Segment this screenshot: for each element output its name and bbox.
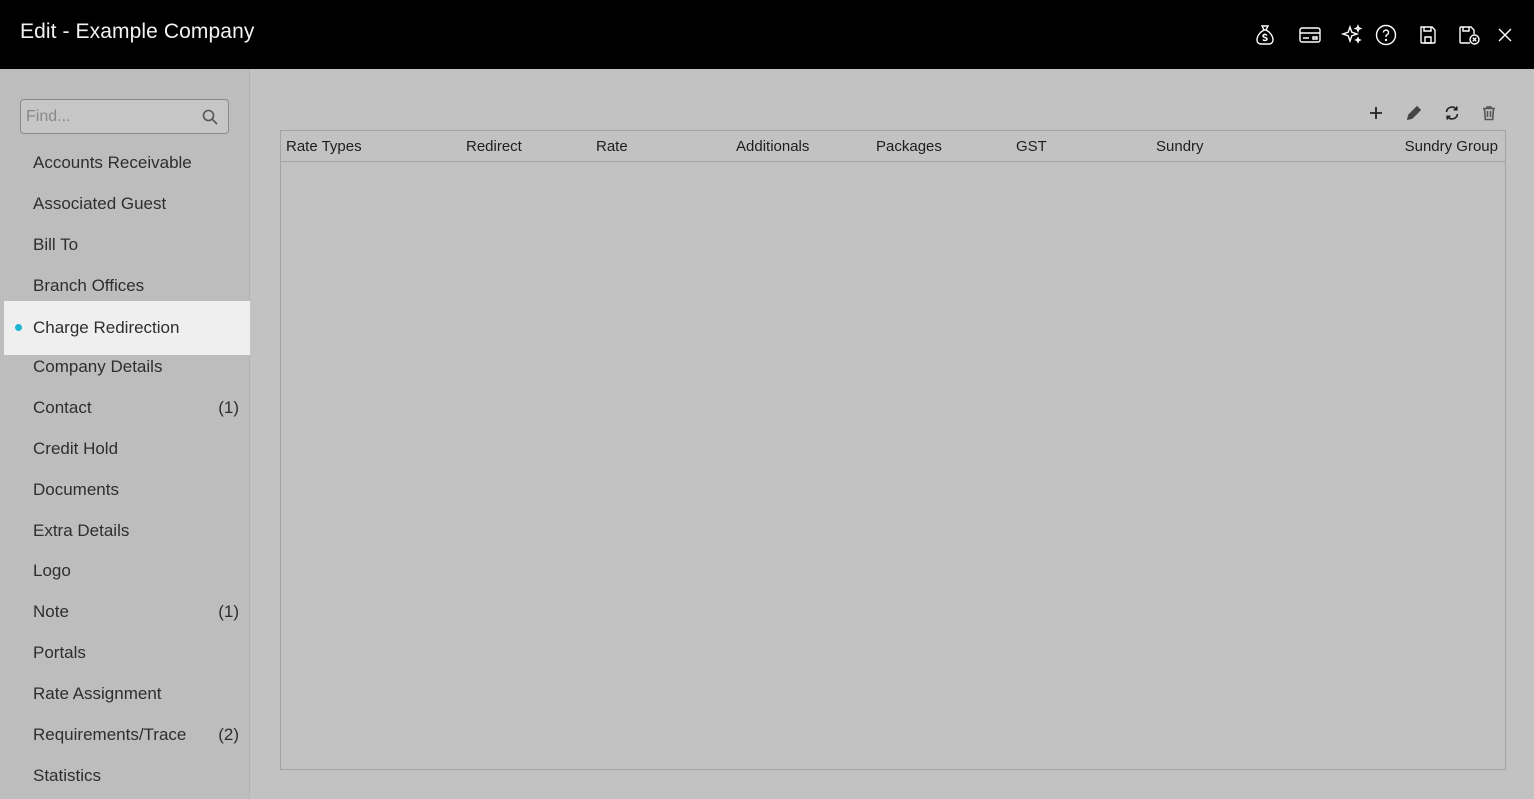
sidebar-item-note[interactable]: Note (1) (4, 592, 250, 633)
money-bag-icon[interactable] (1252, 22, 1278, 48)
sidebar-item-label: Requirements/Trace (33, 725, 187, 744)
help-icon[interactable] (1373, 22, 1399, 48)
refresh-icon[interactable] (1441, 102, 1463, 124)
sidebar-item-count: (1) (218, 602, 239, 621)
column-header-sundry-group[interactable]: Sundry Group (1405, 138, 1498, 155)
sidebar-item-label: Accounts Receivable (33, 153, 192, 172)
delete-icon[interactable] (1478, 102, 1500, 124)
sidebar-item-label: Extra Details (33, 521, 130, 540)
sidebar-item-label: Contact (33, 398, 92, 417)
column-header-rate[interactable]: Rate (596, 138, 628, 155)
title-bar: Edit - Example Company (0, 0, 1534, 69)
sidebar-item-company-details[interactable]: Company Details (4, 347, 250, 388)
sidebar-item-label: Portals (33, 643, 86, 662)
sidebar: Accounts Receivable Associated Guest Bil… (0, 69, 250, 799)
sidebar-item-accounts-receivable[interactable]: Accounts Receivable (4, 143, 250, 184)
sidebar-item-count: (1) (218, 398, 239, 417)
sidebar-item-contact[interactable]: Contact (1) (4, 388, 250, 429)
sidebar-item-rate-assignment[interactable]: Rate Assignment (4, 674, 250, 715)
column-header-redirect[interactable]: Redirect (466, 138, 522, 155)
sidebar-item-requirements-trace[interactable]: Requirements/Trace (2) (4, 715, 250, 756)
sidebar-item-label: Bill To (33, 235, 79, 254)
sidebar-item-label: Charge Redirection (33, 318, 180, 337)
sidebar-item-bill-to[interactable]: Bill To (4, 225, 250, 266)
sidebar-item-extra-details[interactable]: Extra Details (4, 511, 250, 552)
column-header-gst[interactable]: GST (1016, 138, 1047, 155)
sidebar-item-label: Rate Assignment (33, 684, 162, 703)
sidebar-item-statistics[interactable]: Statistics (4, 756, 250, 797)
sidebar-item-count: (2) (218, 725, 239, 744)
search-input[interactable] (26, 106, 196, 128)
card-icon[interactable] (1297, 22, 1323, 48)
search-icon[interactable] (202, 109, 218, 125)
search-box (20, 99, 229, 134)
sidebar-item-label: Logo (33, 561, 71, 580)
sidebar-item-label: Note (33, 602, 69, 621)
sidebar-item-credit-hold[interactable]: Credit Hold (4, 429, 250, 470)
grid-header: Rate Types Redirect Rate Additionals Pac… (281, 131, 1505, 162)
column-header-sundry[interactable]: Sundry (1156, 138, 1204, 155)
close-icon[interactable] (1492, 22, 1518, 48)
sidebar-item-label: Statistics (33, 766, 102, 785)
sidebar-item-label: Company Details (33, 357, 163, 376)
column-header-rate-types[interactable]: Rate Types (286, 138, 362, 155)
active-indicator-dot (15, 324, 22, 331)
sidebar-item-label: Branch Offices (33, 276, 145, 295)
sidebar-item-label: Documents (33, 480, 119, 499)
save-close-icon[interactable] (1456, 22, 1482, 48)
save-icon[interactable] (1415, 22, 1441, 48)
add-icon[interactable] (1365, 102, 1387, 124)
sidebar-item-label: Associated Guest (33, 194, 167, 213)
sidebar-item-logo[interactable]: Logo (4, 551, 250, 592)
sidebar-item-label: Credit Hold (33, 439, 119, 458)
charge-redirection-grid: Rate Types Redirect Rate Additionals Pac… (280, 130, 1506, 770)
window-title: Edit - Example Company (20, 20, 255, 43)
sparkle-icon[interactable] (1339, 22, 1365, 48)
edit-icon[interactable] (1403, 102, 1425, 124)
sidebar-item-portals[interactable]: Portals (4, 633, 250, 674)
sidebar-item-associated-guest[interactable]: Associated Guest (4, 184, 250, 225)
sidebar-item-documents[interactable]: Documents (4, 470, 250, 511)
column-header-packages[interactable]: Packages (876, 138, 942, 155)
column-header-additionals[interactable]: Additionals (736, 138, 809, 155)
